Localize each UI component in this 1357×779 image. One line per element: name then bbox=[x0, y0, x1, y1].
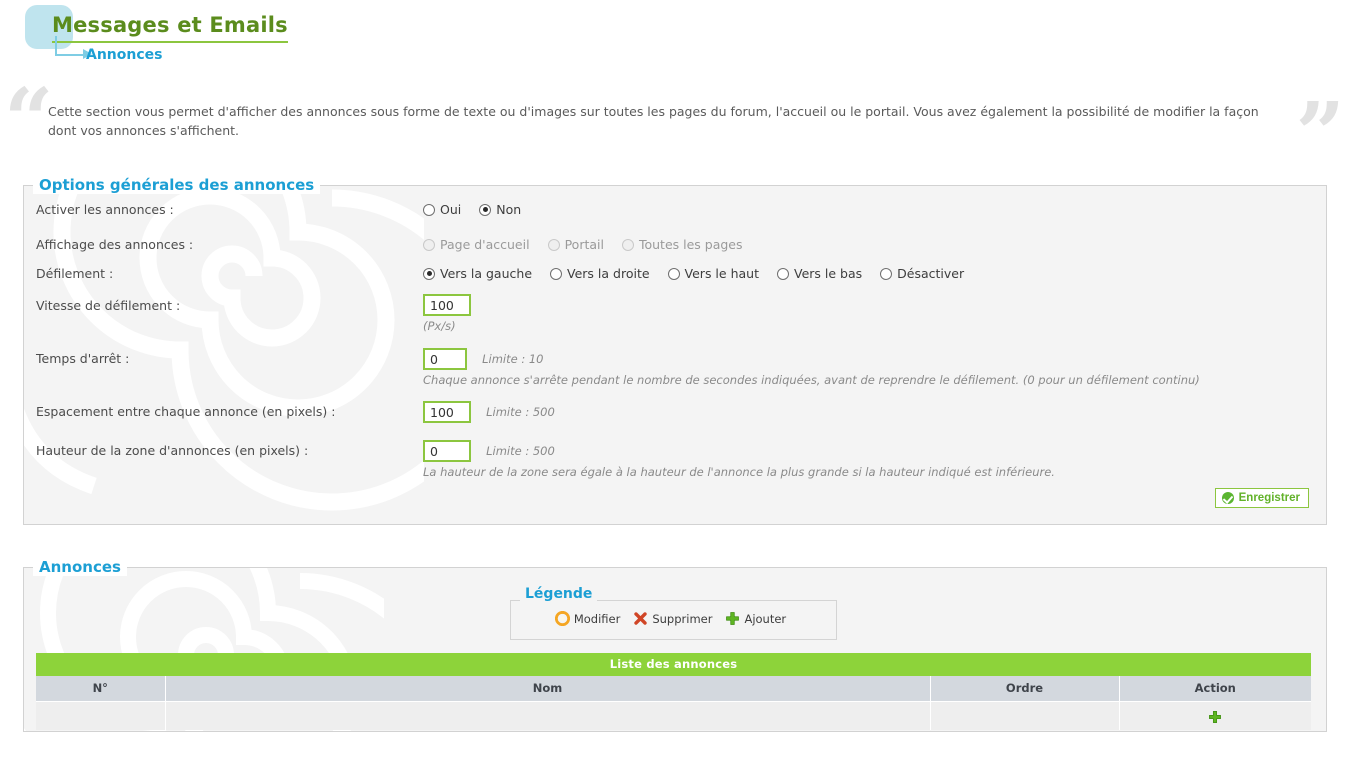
temps-arret-limit: Limite : 10 bbox=[482, 352, 544, 366]
legend-label: Ajouter bbox=[744, 611, 787, 626]
radio-circle-disabled-icon bbox=[621, 238, 634, 251]
intro-description: Cette section vous permet d'afficher des… bbox=[48, 104, 1259, 139]
temps-arret-note: Chaque annonce s'arrête pendant le nombr… bbox=[423, 373, 1200, 387]
column-header-action: Action bbox=[1119, 676, 1311, 702]
label-affichage: Affichage des annonces : bbox=[36, 237, 194, 252]
radio-label: Page d'accueil bbox=[440, 237, 530, 252]
radio-activer-oui[interactable]: Oui bbox=[423, 202, 461, 217]
radio-label: Oui bbox=[440, 202, 462, 217]
annonces-table-wrapper: Liste des annonces N° Nom Ordre Action bbox=[36, 653, 1311, 730]
radio-label: Portail bbox=[564, 237, 604, 252]
control-hauteur: Limite : 500 La hauteur de la zone sera … bbox=[423, 440, 1055, 479]
add-icon bbox=[726, 612, 740, 625]
legend-item-modifier: Modifier bbox=[554, 611, 621, 626]
radio-label: Vers le haut bbox=[684, 266, 759, 281]
cell-num bbox=[36, 701, 166, 730]
radio-circle-icon[interactable] bbox=[423, 203, 435, 216]
page-root: Messages et Emails Annonces “ ” Cette se… bbox=[0, 0, 1357, 779]
radio-circle-icon[interactable] bbox=[550, 267, 563, 280]
control-temps-arret: Limite : 10 Chaque annonce s'arrête pend… bbox=[423, 348, 1200, 387]
legend-label: Supprimer bbox=[652, 611, 713, 626]
temps-arret-input[interactable] bbox=[423, 348, 467, 370]
radio-affichage-accueil[interactable]: Page d'accueil bbox=[423, 237, 530, 252]
radio-group-affichage: Page d'accueil Portail Toutes les pages bbox=[423, 237, 761, 252]
add-icon[interactable] bbox=[1208, 710, 1222, 724]
delete-icon bbox=[634, 612, 648, 625]
vitesse-unit-hint: (Px/s) bbox=[423, 319, 456, 333]
legend-item-supprimer: Supprimer bbox=[633, 611, 712, 626]
label-espacement: Espacement entre chaque annonce (en pixe… bbox=[36, 404, 336, 419]
control-vitesse: (Px/s) bbox=[423, 294, 471, 333]
hauteur-note: La hauteur de la zone sera égale à la ha… bbox=[423, 465, 1055, 479]
label-defilement: Défilement : bbox=[36, 266, 114, 281]
radio-defilement-droite[interactable]: Vers la droite bbox=[550, 266, 650, 281]
check-circle-icon bbox=[1221, 492, 1234, 504]
page-title: Messages et Emails bbox=[52, 13, 288, 43]
radio-group-activer: Oui Non bbox=[423, 202, 539, 217]
radio-label: Vers la gauche bbox=[440, 266, 533, 281]
quote-open-icon: “ bbox=[4, 70, 54, 171]
legend-label: Modifier bbox=[573, 611, 621, 626]
hauteur-input[interactable] bbox=[423, 440, 471, 462]
page-header: Messages et Emails Annonces bbox=[0, 0, 1357, 78]
options-panel: Activer les annonces : Oui Non Affichage… bbox=[23, 185, 1327, 525]
control-espacement: Limite : 500 bbox=[423, 401, 555, 423]
espacement-limit: Limite : 500 bbox=[486, 405, 555, 419]
radio-affichage-toutes[interactable]: Toutes les pages bbox=[621, 237, 743, 252]
column-header-nom: Nom bbox=[165, 676, 931, 702]
radio-label: Toutes les pages bbox=[638, 237, 743, 252]
radio-circle-selected-icon[interactable] bbox=[479, 203, 492, 216]
label-hauteur: Hauteur de la zone d'annonces (en pixels… bbox=[36, 443, 309, 458]
radio-circle-icon[interactable] bbox=[667, 267, 680, 280]
annonces-table: N° Nom Ordre Action bbox=[36, 676, 1311, 730]
quote-close-icon: ” bbox=[1295, 84, 1345, 185]
hauteur-limit: Limite : 500 bbox=[486, 444, 555, 458]
options-panel-legend: Options générales des annonces bbox=[33, 176, 321, 194]
table-title: Liste des annonces bbox=[36, 653, 1311, 676]
radio-defilement-gauche[interactable]: Vers la gauche bbox=[423, 266, 532, 281]
row-activer: Activer les annonces : Oui Non bbox=[24, 202, 1326, 226]
radio-circle-disabled-icon bbox=[547, 238, 560, 251]
radio-affichage-portail[interactable]: Portail bbox=[547, 237, 604, 252]
table-row bbox=[36, 701, 1311, 730]
radio-defilement-desactiver[interactable]: Désactiver bbox=[880, 266, 964, 281]
save-button[interactable]: Enregistrer bbox=[1214, 488, 1309, 508]
radio-label: Désactiver bbox=[897, 266, 965, 281]
breadcrumb-link-annonces[interactable]: Annonces bbox=[86, 47, 162, 63]
legend-item-ajouter: Ajouter bbox=[725, 611, 786, 626]
radio-circle-icon[interactable] bbox=[776, 267, 789, 280]
cell-ordre bbox=[930, 701, 1120, 730]
radio-activer-non[interactable]: Non bbox=[479, 202, 521, 217]
radio-defilement-bas[interactable]: Vers le bas bbox=[776, 266, 863, 281]
save-button-label: Enregistrer bbox=[1238, 492, 1300, 504]
label-activer: Activer les annonces : bbox=[36, 202, 174, 217]
cell-nom bbox=[165, 701, 931, 730]
radio-defilement-haut[interactable]: Vers le haut bbox=[667, 266, 759, 281]
espacement-input[interactable] bbox=[423, 401, 471, 423]
row-affichage: Affichage des annonces : Page d'accueil … bbox=[24, 237, 1326, 261]
edit-icon bbox=[554, 611, 570, 626]
legend-box-title: Légende bbox=[520, 586, 598, 602]
breadcrumb-arrow-icon bbox=[55, 36, 92, 59]
radio-circle-disabled-icon bbox=[423, 238, 435, 251]
radio-label: Non bbox=[496, 202, 522, 217]
intro-block: “ ” Cette section vous permet d'afficher… bbox=[0, 78, 1357, 178]
column-header-ordre: Ordre bbox=[930, 676, 1120, 702]
cell-action bbox=[1119, 701, 1311, 730]
vitesse-input[interactable] bbox=[423, 294, 471, 316]
legend-items: Modifier Supprimer Ajouter bbox=[510, 611, 837, 626]
row-defilement: Défilement : Vers la gauche Vers la droi… bbox=[24, 266, 1326, 290]
radio-circle-icon[interactable] bbox=[880, 267, 893, 280]
label-vitesse: Vitesse de défilement : bbox=[36, 298, 181, 313]
radio-group-defilement: Vers la gauche Vers la droite Vers le ha… bbox=[423, 266, 982, 281]
column-header-num: N° bbox=[36, 676, 166, 702]
options-panel-body: Activer les annonces : Oui Non Affichage… bbox=[24, 186, 1326, 524]
radio-circle-selected-icon[interactable] bbox=[423, 267, 435, 280]
label-temps-arret: Temps d'arrêt : bbox=[36, 351, 130, 366]
radio-label: Vers le bas bbox=[793, 266, 863, 281]
radio-label: Vers la droite bbox=[567, 266, 650, 281]
table-header-row: N° Nom Ordre Action bbox=[36, 676, 1311, 702]
annonces-panel-legend: Annonces bbox=[33, 558, 127, 576]
